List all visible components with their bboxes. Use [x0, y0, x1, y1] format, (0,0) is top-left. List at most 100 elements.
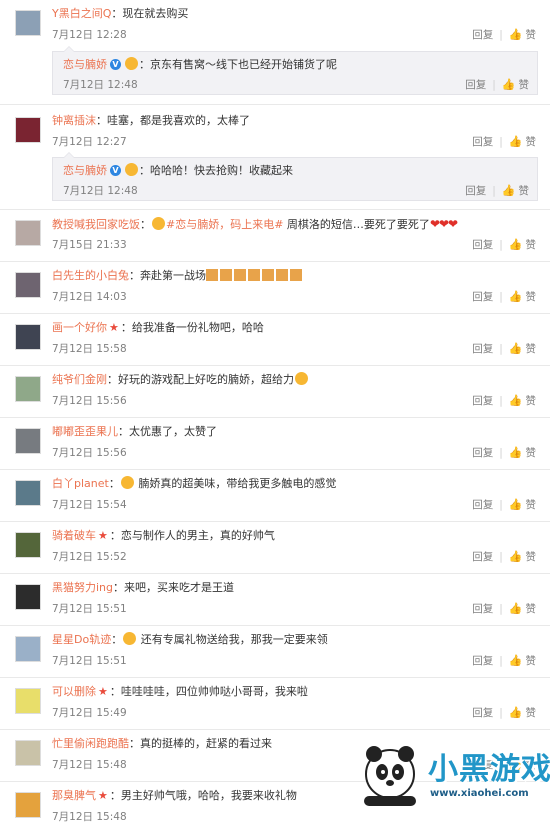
avatar[interactable] [15, 376, 41, 402]
like-button[interactable]: 赞 [526, 239, 537, 251]
comment-text-2: 周棋洛的短信…要死了要死了 [283, 218, 430, 231]
comment-time: 7月12日 15:56 [52, 447, 127, 459]
like-button[interactable]: 赞 [526, 29, 537, 41]
reply-button[interactable]: 回复 [472, 707, 493, 719]
emoji-icon [152, 217, 165, 230]
like-button[interactable]: 赞 [526, 136, 537, 148]
reply-button[interactable]: 回复 [472, 603, 493, 615]
reply-actions: 回复 | 👍 赞 [465, 78, 529, 92]
username-link[interactable]: Y黑白之间Q [52, 7, 111, 20]
avatar[interactable] [15, 480, 41, 506]
avatar[interactable] [15, 428, 41, 454]
hashtag-link[interactable]: #恋与腩娇，码上来电# [166, 218, 283, 231]
thumbs-up-icon[interactable]: 👍 [509, 342, 523, 356]
comment-time: 7月12日 15:56 [52, 395, 127, 407]
avatar[interactable] [15, 117, 41, 143]
reply-button[interactable]: 回复 [472, 447, 493, 459]
comment-item: 钟离插沫：哇塞，都是我喜欢的，太棒了 7月12日 12:27 回复 | 👍 赞 恋与腩… [0, 105, 550, 210]
comment-time: 7月12日 15:51 [52, 655, 127, 667]
username-link[interactable]: 教授喊我回家吃饭 [52, 218, 140, 231]
like-button[interactable]: 赞 [526, 291, 537, 303]
like-button[interactable]: 赞 [526, 603, 537, 615]
username-link[interactable]: 那臭脾气 [52, 789, 96, 802]
reply-button[interactable]: 回复 [472, 395, 493, 407]
comment-body: 钟离插沫：哇塞，都是我喜欢的，太棒了 [52, 113, 480, 129]
username-link[interactable]: 星星Do轨迹 [52, 633, 111, 646]
like-button[interactable]: 赞 [519, 79, 530, 91]
avatar[interactable] [15, 532, 41, 558]
comment-actions: 回复 | 👍 赞 [472, 342, 536, 356]
username-link[interactable]: 纯爷们金刚 [52, 373, 107, 386]
divider: | [499, 291, 503, 303]
comment-actions: 回复 | 👍 赞 [472, 238, 536, 252]
comment-time: 7月12日 15:58 [52, 343, 127, 355]
username-link[interactable]: 可以删除 [52, 685, 96, 698]
reply-button[interactable]: 回复 [472, 136, 493, 148]
reply-button[interactable]: 回复 [472, 499, 493, 511]
avatar[interactable] [15, 688, 41, 714]
like-button[interactable]: 赞 [526, 395, 537, 407]
avatar[interactable] [15, 792, 41, 818]
like-button[interactable]: 赞 [519, 185, 530, 197]
username-link[interactable]: 忙里偷闲跑跑酷 [52, 737, 129, 750]
username-link[interactable]: 骑着破车 [52, 529, 96, 542]
thumbs-up-icon[interactable]: 👍 [509, 446, 523, 460]
comment-item: 骑着破车 ★ ：恋与制作人的男主，真的好帅气 7月12日 15:52 回复 | 👍 赞 [0, 522, 550, 574]
username-link[interactable]: 画一个好你 [52, 321, 107, 334]
reply-button[interactable]: 回复 [472, 343, 493, 355]
divider: | [499, 239, 503, 251]
comment-actions: 回复 | 👍 赞 [472, 654, 536, 668]
avatar[interactable] [15, 272, 41, 298]
reply-button[interactable]: 回复 [472, 29, 493, 41]
thumbs-up-icon[interactable]: 👍 [509, 706, 523, 720]
thumbs-up-icon[interactable]: 👍 [509, 135, 523, 149]
username-link[interactable]: 恋与腩娇 [63, 164, 107, 177]
avatar[interactable] [15, 324, 41, 350]
like-button[interactable]: 赞 [526, 707, 537, 719]
reply-button[interactable]: 回复 [472, 551, 493, 563]
username-link[interactable]: 白丫planet [52, 477, 109, 490]
avatar[interactable] [15, 584, 41, 610]
like-button[interactable]: 赞 [526, 447, 537, 459]
username-link[interactable]: 白先生的小白兔 [52, 269, 129, 282]
avatar[interactable] [15, 740, 41, 766]
thumbs-up-icon[interactable]: 👍 [509, 654, 523, 668]
divider: | [499, 499, 503, 511]
username-link[interactable]: 嘟嘟歪歪果儿 [52, 425, 118, 438]
username-link[interactable]: 恋与腩娇 [63, 58, 107, 71]
comment-item: 白丫planet： 腩娇真的超美味，带给我更多触电的感觉 7月12日 15:54… [0, 470, 550, 522]
reply-button[interactable]: 回复 [465, 79, 486, 91]
reply-button[interactable]: 回复 [465, 185, 486, 197]
username-link[interactable]: 黑猫努力ing [52, 581, 113, 594]
avatar[interactable] [15, 636, 41, 662]
emoji-icon [125, 163, 138, 176]
comment-item: 纯爷们金刚：好玩的游戏配上好吃的腩娇，超给力 7月12日 15:56 回复 | 👍 赞 [0, 366, 550, 418]
reply-button[interactable]: 回复 [472, 291, 493, 303]
comment-text: ：哇哇哇哇，四位帅帅哒小哥哥，我来啦 [109, 685, 308, 698]
thumbs-up-icon[interactable]: 👍 [509, 394, 523, 408]
thumbs-up-icon[interactable]: 👍 [509, 28, 523, 42]
thumbs-up-icon[interactable]: 👍 [502, 184, 516, 198]
comment-time: 7月12日 12:27 [52, 136, 127, 148]
username-link[interactable]: 钟离插沫 [52, 114, 96, 127]
thumbs-up-icon[interactable]: 👍 [509, 238, 523, 252]
thumbs-up-icon[interactable]: 👍 [509, 602, 523, 616]
like-button[interactable]: 赞 [526, 551, 537, 563]
avatar[interactable] [15, 10, 41, 36]
like-button[interactable]: 赞 [526, 343, 537, 355]
like-button[interactable]: 赞 [526, 499, 537, 511]
reply-actions: 回复 | 👍 赞 [465, 184, 529, 198]
avatar[interactable] [15, 220, 41, 246]
like-button[interactable]: 赞 [526, 655, 537, 667]
thumbs-up-icon[interactable]: 👍 [509, 550, 523, 564]
reply-button[interactable]: 回复 [472, 655, 493, 667]
thumbs-up-icon[interactable]: 👍 [509, 498, 523, 512]
comment-text: ：好玩的游戏配上好吃的腩娇，超给力 [107, 373, 294, 386]
site-watermark: 小黑游戏 www.xiaohei.com [362, 738, 550, 808]
thumbs-up-icon[interactable]: 👍 [502, 78, 516, 92]
thumbs-up-icon[interactable]: 👍 [509, 290, 523, 304]
comment-time: 7月12日 12:28 [52, 29, 127, 41]
reply-button[interactable]: 回复 [472, 239, 493, 251]
reply-box: 恋与腩娇 V ：京东有售窝～线下也已经开始铺货了呢 7月12日 12:48 回复 | 👍… [52, 46, 538, 95]
comment-text: ：奔赴第一战场 [129, 269, 206, 282]
